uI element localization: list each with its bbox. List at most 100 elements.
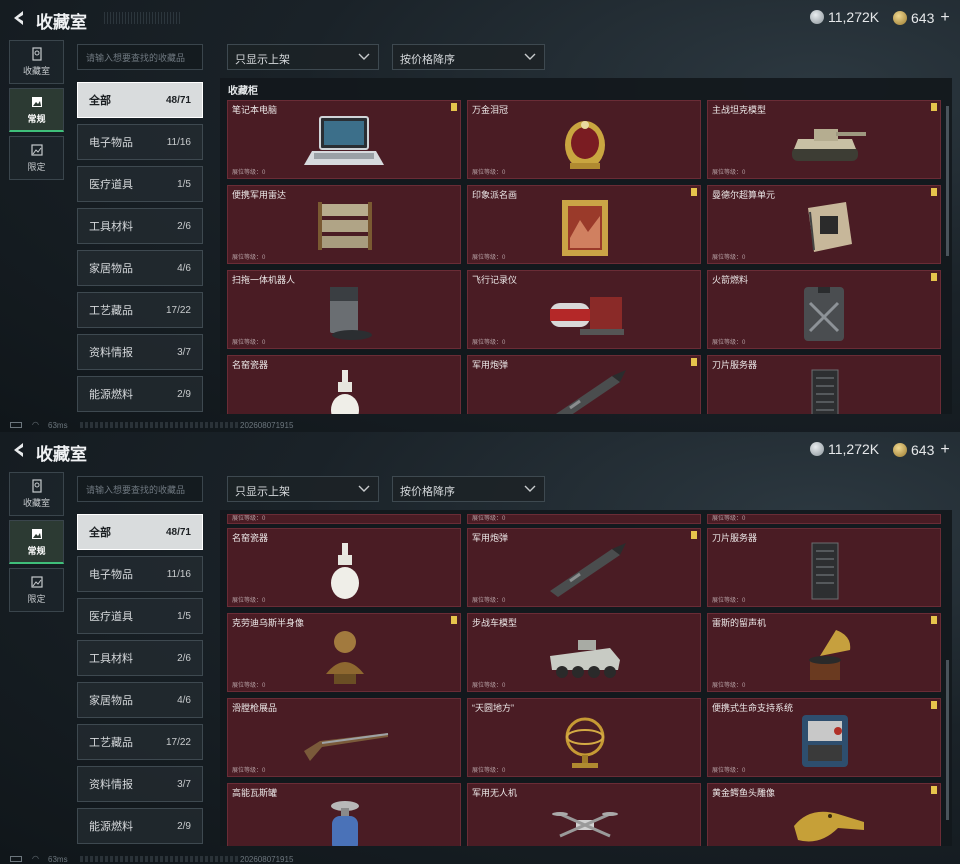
add-currency-icon[interactable]: + bbox=[940, 441, 949, 459]
booth-level: 展位等级：0 bbox=[472, 516, 506, 522]
booth-level: 展位等级：0 bbox=[712, 768, 746, 774]
collection-item-card[interactable]: 刀片服务器展位等级：0 bbox=[707, 355, 941, 414]
collection-item-card[interactable]: 军用炮弹展位等级：0 bbox=[467, 355, 701, 414]
category-all[interactable]: 全部 48/71 bbox=[77, 514, 203, 550]
title-decoration bbox=[104, 12, 182, 24]
category-electronics[interactable]: 电子物品 11/16 bbox=[77, 124, 203, 160]
collection-item-card[interactable]: 步战车模型展位等级：0 bbox=[467, 613, 701, 692]
rail-item-regular[interactable]: 常规 bbox=[9, 88, 64, 132]
booth-level: 展位等级：0 bbox=[472, 255, 506, 261]
warning-flag-icon bbox=[451, 616, 457, 624]
category-crafts[interactable]: 工艺藏品 17/22 bbox=[77, 724, 203, 760]
image-limited-icon bbox=[30, 144, 43, 156]
phonograph-icon bbox=[780, 626, 870, 686]
item-name: 步战车模型 bbox=[472, 618, 518, 628]
collection-item-card-partial[interactable]: 展位等级：0 bbox=[227, 514, 461, 524]
rail-item-limited[interactable]: 限定 bbox=[9, 136, 64, 180]
collection-item-card[interactable]: 主战坦克模型 展位等级：0 bbox=[707, 100, 941, 179]
booth-level: 展位等级：0 bbox=[232, 170, 266, 176]
collection-item-card[interactable]: 万金泪冠 展位等级：0 bbox=[467, 100, 701, 179]
item-name: 主战坦克模型 bbox=[712, 105, 767, 115]
booth-level: 展位等级：0 bbox=[472, 683, 506, 689]
timestamp: 202608071915 bbox=[240, 421, 294, 430]
gold-currency[interactable]: 643 + bbox=[893, 9, 950, 27]
collection-item-card[interactable]: 便携军用雷达 展位等级：0 bbox=[227, 185, 461, 264]
collection-item-card[interactable]: 火箭燃料 展位等级：0 bbox=[707, 270, 941, 349]
search-input[interactable]: 请输入想要查找的收藏品 bbox=[77, 44, 203, 70]
collection-item-card-partial[interactable]: 展位等级：0 bbox=[707, 514, 941, 524]
collection-item-card[interactable]: 印象派名画 展位等级：0 bbox=[467, 185, 701, 264]
collection-item-card-partial[interactable]: 展位等级：0 bbox=[467, 514, 701, 524]
collection-item-card[interactable]: 名窑瓷器展位等级：0 bbox=[227, 355, 461, 414]
rail-item-collection-room[interactable]: 收藏室 bbox=[9, 40, 64, 84]
category-energy[interactable]: 能源燃料 2/9 bbox=[77, 376, 203, 412]
collection-item-card[interactable]: 克劳迪乌斯半身像 展位等级：0 bbox=[227, 613, 461, 692]
booth-level: 展位等级：0 bbox=[232, 255, 266, 261]
collection-item-card[interactable]: 曼德尔超算单元 展位等级：0 bbox=[707, 185, 941, 264]
category-tools[interactable]: 工具材料 2/6 bbox=[77, 640, 203, 676]
sort-dropdown[interactable]: 按价格降序 bbox=[392, 476, 545, 502]
collection-item-card[interactable]: “天圆地方” 展位等级：0 bbox=[467, 698, 701, 777]
battery-icon bbox=[10, 422, 22, 428]
category-all[interactable]: 全部 48/71 bbox=[77, 82, 203, 118]
category-tools[interactable]: 工具材料 2/6 bbox=[77, 208, 203, 244]
collection-item-card[interactable]: 飞行记录仪 展位等级：0 bbox=[467, 270, 701, 349]
item-name: 火箭燃料 bbox=[712, 275, 749, 285]
panel-title: 收藏柜 bbox=[228, 86, 258, 97]
collection-item-card[interactable]: 扫拖一体机器人 展位等级：0 bbox=[227, 270, 461, 349]
collection-item-card[interactable]: 名窑瓷器展位等级：0 bbox=[227, 528, 461, 607]
collection-item-card[interactable]: 笔记本电脑 展位等级：0 bbox=[227, 100, 461, 179]
add-currency-icon[interactable]: + bbox=[940, 9, 949, 27]
back-arrow-icon[interactable] bbox=[10, 441, 28, 459]
chevron-down-icon bbox=[524, 53, 536, 60]
category-crafts[interactable]: 工艺藏品 17/22 bbox=[77, 292, 203, 328]
category-medical[interactable]: 医疗道具 1/5 bbox=[77, 166, 203, 202]
shelf-filter-dropdown[interactable]: 只显示上架 bbox=[227, 44, 379, 70]
back-arrow-icon[interactable] bbox=[10, 9, 28, 27]
rail-item-regular[interactable]: 常规 bbox=[9, 520, 64, 564]
shelf-filter-dropdown[interactable]: 只显示上架 bbox=[227, 476, 379, 502]
category-energy[interactable]: 能源燃料 2/9 bbox=[77, 808, 203, 844]
item-grid: 笔记本电脑 展位等级：0 万金泪冠 展位等级：0 主战坦克模型 展位等级：0 便携军用雷达展… bbox=[227, 100, 941, 414]
warning-flag-icon bbox=[931, 786, 937, 794]
item-name: 黄金鳄鱼头雕像 bbox=[712, 788, 776, 798]
building-icon bbox=[31, 47, 42, 61]
item-name: 刀片服务器 bbox=[712, 533, 758, 543]
title-bar: 收藏室 11,272K 643 + bbox=[0, 432, 960, 470]
collection-item-card[interactable]: 高能瓦斯罐展位等级：0 bbox=[227, 783, 461, 846]
collection-item-card[interactable]: 军用无人机展位等级：0 bbox=[467, 783, 701, 846]
category-electronics[interactable]: 电子物品 11/16 bbox=[77, 556, 203, 592]
silver-currency: 11,272K bbox=[810, 441, 879, 457]
collection-item-card[interactable]: 军用炮弹展位等级：0 bbox=[467, 528, 701, 607]
category-intel[interactable]: 资料情报 3/7 bbox=[77, 766, 203, 802]
image-limited-icon bbox=[30, 576, 43, 588]
scrollbar[interactable] bbox=[946, 660, 949, 820]
item-name: 军用无人机 bbox=[472, 788, 518, 798]
warning-flag-icon bbox=[691, 188, 697, 196]
chevron-down-icon bbox=[358, 485, 370, 492]
gas-icon bbox=[300, 796, 390, 846]
booth-level: 展位等级：0 bbox=[472, 598, 506, 604]
sort-dropdown[interactable]: 按价格降序 bbox=[392, 44, 545, 70]
scrollbar[interactable] bbox=[946, 106, 949, 256]
rail-item-collection-room[interactable]: 收藏室 bbox=[9, 472, 64, 516]
search-input[interactable]: 请输入想要查找的收藏品 bbox=[77, 476, 203, 502]
gold-currency[interactable]: 643 + bbox=[893, 441, 950, 459]
category-intel[interactable]: 资料情报 3/7 bbox=[77, 334, 203, 370]
silver-coin-icon bbox=[810, 442, 824, 456]
collection-item-card[interactable]: 滑膛枪展品 展位等级：0 bbox=[227, 698, 461, 777]
chip-icon bbox=[780, 198, 870, 258]
item-name: 雷斯的留声机 bbox=[712, 618, 767, 628]
image-icon bbox=[31, 96, 42, 107]
rail-item-limited[interactable]: 限定 bbox=[9, 568, 64, 612]
category-medical[interactable]: 医疗道具 1/5 bbox=[77, 598, 203, 634]
category-household[interactable]: 家居物品 4/6 bbox=[77, 682, 203, 718]
collection-item-card[interactable]: 雷斯的留声机 展位等级：0 bbox=[707, 613, 941, 692]
collection-cabinet: 展位等级：0 展位等级：0 展位等级：0 名窑瓷器 展位等级：0 军用炮弹 展位等级：0 刀片… bbox=[220, 510, 952, 846]
booth-level: 展位等级：0 bbox=[232, 340, 266, 346]
category-household[interactable]: 家居物品 4/6 bbox=[77, 250, 203, 286]
collection-item-card[interactable]: 便携式生命支持系统 展位等级：0 bbox=[707, 698, 941, 777]
collection-item-card[interactable]: 刀片服务器展位等级：0 bbox=[707, 528, 941, 607]
collection-item-card[interactable]: 黄金鳄鱼头雕像展位等级：0 bbox=[707, 783, 941, 846]
collection-screen-bottom: 收藏室 11,272K 643 + 收藏室 常规 限定 请输入想要查找的收藏品 … bbox=[0, 432, 960, 864]
